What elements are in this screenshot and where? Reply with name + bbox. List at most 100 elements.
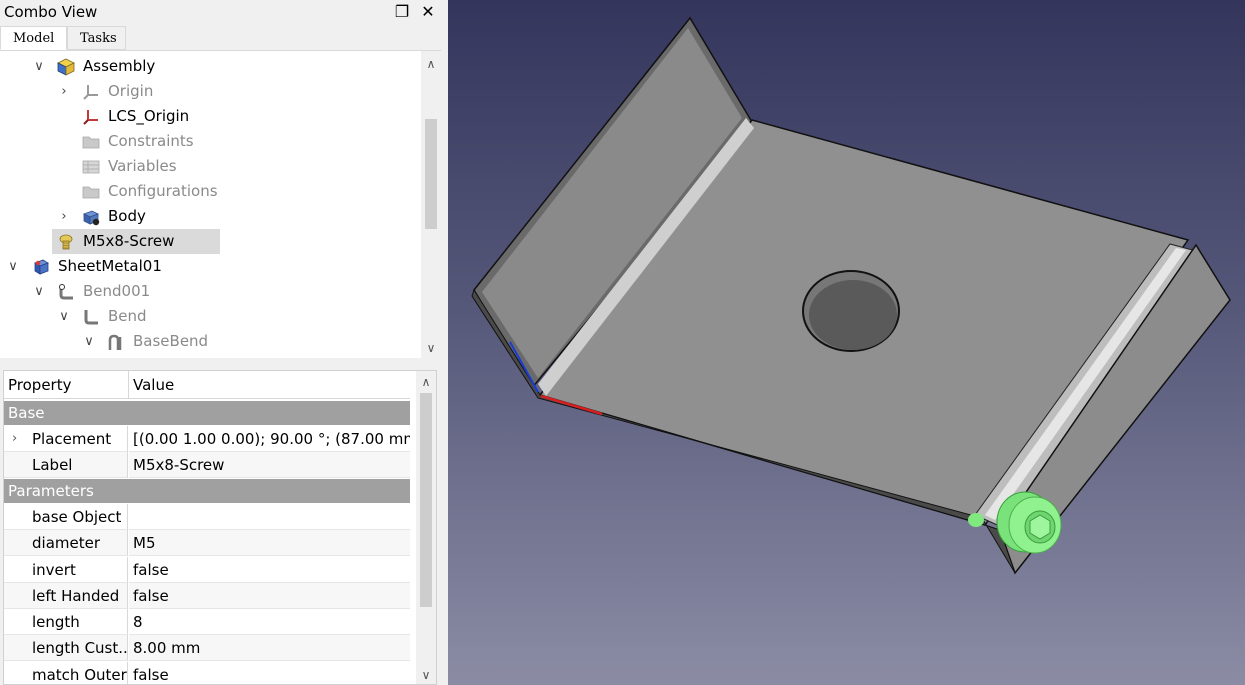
tree-label: Body bbox=[108, 207, 146, 225]
tree-item-basebend[interactable]: ∨ BaseBend bbox=[0, 329, 420, 354]
property-row-left-handed[interactable]: left Handed false bbox=[4, 583, 410, 609]
chevron-down-icon[interactable]: ∨ bbox=[32, 279, 46, 304]
property-row-diameter[interactable]: diameter M5 bbox=[4, 530, 410, 556]
property-value[interactable]: [(0.00 1.00 0.00); 90.00 °; (87.00 mm ..… bbox=[129, 426, 410, 452]
property-row-length-custom[interactable]: length Cust... 8.00 mm bbox=[4, 635, 410, 661]
tree-item-assembly[interactable]: ∨ Assembly bbox=[0, 54, 420, 79]
value-column-header[interactable]: Value bbox=[133, 371, 174, 399]
float-panel-icon[interactable]: ❐ bbox=[392, 2, 412, 22]
property-value[interactable]: false bbox=[129, 557, 410, 583]
property-row-base-object[interactable]: base Object bbox=[4, 504, 410, 530]
property-value[interactable]: 8 bbox=[129, 609, 410, 635]
tree-item-variables[interactable]: Variables bbox=[0, 154, 420, 179]
chevron-down-icon[interactable]: ∨ bbox=[82, 329, 96, 354]
scroll-down-icon[interactable]: ∨ bbox=[421, 339, 441, 357]
tree-item-bend[interactable]: ∨ Bend bbox=[0, 304, 420, 329]
tree-label: Bend bbox=[108, 307, 147, 325]
tab-model[interactable]: Model bbox=[0, 26, 67, 50]
folder-icon bbox=[82, 186, 100, 199]
sheetmetal-bend-icon bbox=[84, 310, 98, 325]
property-group-parameters[interactable]: Parameters bbox=[4, 479, 410, 503]
tree-item-constraints[interactable]: Constraints bbox=[0, 129, 420, 154]
property-name: diameter bbox=[4, 530, 128, 556]
property-value[interactable]: M5 bbox=[129, 530, 410, 556]
property-editor: Property Value Base › Placement [(0.00 1… bbox=[3, 370, 437, 685]
property-name: match Outer bbox=[4, 662, 128, 684]
property-row-match-outer[interactable]: match Outer false bbox=[4, 662, 410, 684]
tree-item-bend001[interactable]: ∨ Bend001 bbox=[0, 279, 420, 304]
property-name: base Object bbox=[4, 504, 128, 530]
property-name: Label bbox=[4, 452, 128, 478]
tree-label: Assembly bbox=[83, 57, 156, 75]
property-value[interactable]: false bbox=[129, 662, 410, 684]
tree-item-origin[interactable]: › Origin bbox=[0, 79, 420, 104]
model-tree: ∨ Assembly › Origin LCS_Origin Constrain… bbox=[0, 50, 441, 358]
property-row-placement[interactable]: › Placement [(0.00 1.00 0.00); 90.00 °; … bbox=[4, 426, 410, 452]
chevron-down-icon[interactable]: ∨ bbox=[57, 304, 71, 329]
property-scrollbar-thumb[interactable] bbox=[420, 393, 432, 607]
close-panel-icon[interactable]: ✕ bbox=[418, 2, 438, 22]
property-value[interactable]: 8.00 mm bbox=[129, 635, 410, 661]
tab-tasks[interactable]: Tasks bbox=[67, 26, 126, 50]
tree-item-m5x8-screw[interactable]: M5x8-Screw bbox=[52, 229, 220, 254]
sheetmetal-bend-icon bbox=[59, 284, 73, 300]
property-name: length bbox=[4, 609, 128, 635]
chevron-right-icon[interactable]: › bbox=[12, 426, 17, 451]
tree-label: Constraints bbox=[108, 132, 194, 150]
screw-tip[interactable] bbox=[968, 513, 984, 527]
property-value[interactable]: false bbox=[129, 583, 410, 609]
combo-view-panel: Combo View ❐ ✕ Model Tasks ∨ Assembly › … bbox=[0, 0, 441, 685]
part-icon bbox=[34, 259, 49, 275]
body-icon bbox=[83, 210, 100, 226]
property-value[interactable] bbox=[129, 504, 410, 530]
tree-item-body[interactable]: › Body bbox=[0, 204, 420, 229]
tree-label: Origin bbox=[108, 82, 154, 100]
scroll-down-icon[interactable]: ∨ bbox=[416, 666, 436, 684]
property-name: Placement bbox=[32, 430, 112, 448]
tab-bar: Model Tasks bbox=[0, 26, 441, 50]
scroll-up-icon[interactable]: ∧ bbox=[421, 55, 441, 73]
tree-scrollbar[interactable]: ∧ ∨ bbox=[421, 51, 441, 358]
property-name: invert bbox=[4, 557, 128, 583]
column-divider[interactable] bbox=[128, 371, 129, 399]
view-splitter[interactable] bbox=[441, 0, 448, 685]
spreadsheet-icon bbox=[82, 160, 100, 174]
tree-label: Variables bbox=[108, 157, 177, 175]
property-scrollbar[interactable]: ∧ ∨ bbox=[416, 371, 436, 684]
tree-label: LCS_Origin bbox=[108, 107, 190, 125]
sheetmetal-base-icon bbox=[108, 334, 122, 350]
property-header: Property Value bbox=[4, 371, 410, 399]
hole-inner bbox=[809, 280, 897, 350]
tree-item-lcs-origin[interactable]: LCS_Origin bbox=[0, 104, 420, 129]
origin-icon bbox=[83, 85, 98, 100]
property-row-length[interactable]: length 8 bbox=[4, 609, 410, 635]
property-row-label[interactable]: Label M5x8-Screw bbox=[4, 452, 410, 478]
property-name-cell: › Placement bbox=[4, 426, 128, 452]
folder-icon bbox=[82, 136, 100, 149]
tree-label: SheetMetal01 bbox=[58, 257, 162, 275]
chevron-right-icon[interactable]: › bbox=[57, 79, 71, 104]
chevron-down-icon[interactable]: ∨ bbox=[6, 254, 20, 279]
property-value[interactable]: M5x8-Screw bbox=[129, 452, 410, 478]
screw-icon bbox=[59, 234, 73, 250]
coordinate-system-icon bbox=[83, 110, 98, 125]
property-group-base[interactable]: Base bbox=[4, 401, 410, 425]
3d-viewport[interactable] bbox=[448, 0, 1245, 685]
sheetmetal-model[interactable] bbox=[448, 0, 1245, 685]
tree-scrollbar-thumb[interactable] bbox=[425, 119, 437, 229]
chevron-down-icon[interactable]: ∨ bbox=[32, 54, 46, 79]
scroll-up-icon[interactable]: ∧ bbox=[416, 373, 436, 391]
property-row-invert[interactable]: invert false bbox=[4, 557, 410, 583]
combo-view-titlebar: Combo View ❐ ✕ bbox=[0, 0, 441, 24]
tree-label: Bend001 bbox=[83, 282, 151, 300]
tree-item-configurations[interactable]: Configurations bbox=[0, 179, 420, 204]
chevron-right-icon[interactable]: › bbox=[57, 204, 71, 229]
tree-label: M5x8-Screw bbox=[83, 232, 175, 250]
combo-view-title: Combo View bbox=[4, 3, 98, 21]
property-name: left Handed bbox=[4, 583, 128, 609]
property-column-header[interactable]: Property bbox=[8, 371, 71, 399]
property-name: length Cust... bbox=[4, 635, 128, 661]
panel-splitter[interactable] bbox=[0, 358, 441, 368]
tree-label: Configurations bbox=[108, 182, 218, 200]
tree-item-sheetmetal01[interactable]: ∨ SheetMetal01 bbox=[0, 254, 420, 279]
